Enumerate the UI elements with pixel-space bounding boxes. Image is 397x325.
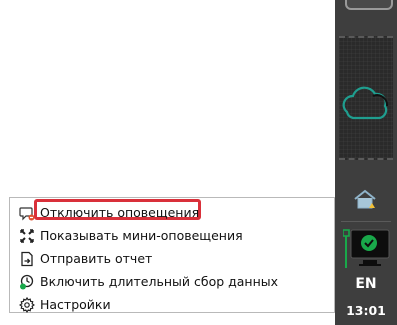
mini-notifications-icon — [19, 228, 35, 244]
gear-icon — [19, 296, 35, 313]
send-report-icon — [19, 251, 35, 267]
menu-item-label: Настройки — [40, 297, 111, 312]
house-network-icon[interactable] — [352, 188, 378, 210]
menu-item-label: Включить длительный сбор данных — [40, 274, 279, 289]
menu-item-label: Отключить оповещения — [40, 205, 200, 220]
taskbar-separator — [341, 221, 391, 222]
cloud-logo-icon — [342, 86, 389, 120]
menu-item-disable-notifications[interactable]: Отключить оповещения — [10, 201, 334, 224]
language-indicator[interactable]: EN — [335, 276, 397, 292]
monitor-status-icon[interactable] — [342, 228, 391, 272]
menu-item-enable-long-data-collection[interactable]: Включить длительный сбор данных — [10, 270, 334, 293]
taskbar-top-button[interactable] — [345, 0, 393, 10]
context-menu: Отключить оповещения Показывать мини-опо… — [9, 197, 335, 313]
taskbar: EN 13:01 — [335, 0, 397, 325]
menu-item-label: Показывать мини-оповещения — [40, 228, 243, 243]
menu-item-settings[interactable]: Настройки — [10, 293, 334, 316]
clock[interactable]: 13:01 — [335, 303, 397, 318]
long-data-collection-icon — [19, 274, 35, 290]
screen: Отключить оповещения Показывать мини-опо… — [0, 0, 397, 325]
app-preview-tile[interactable] — [339, 36, 393, 160]
menu-item-send-report[interactable]: Отправить отчет — [10, 247, 334, 270]
notifications-off-icon — [19, 205, 35, 221]
menu-item-show-mini-notifications[interactable]: Показывать мини-оповещения — [10, 224, 334, 247]
menu-item-label: Отправить отчет — [40, 251, 153, 266]
